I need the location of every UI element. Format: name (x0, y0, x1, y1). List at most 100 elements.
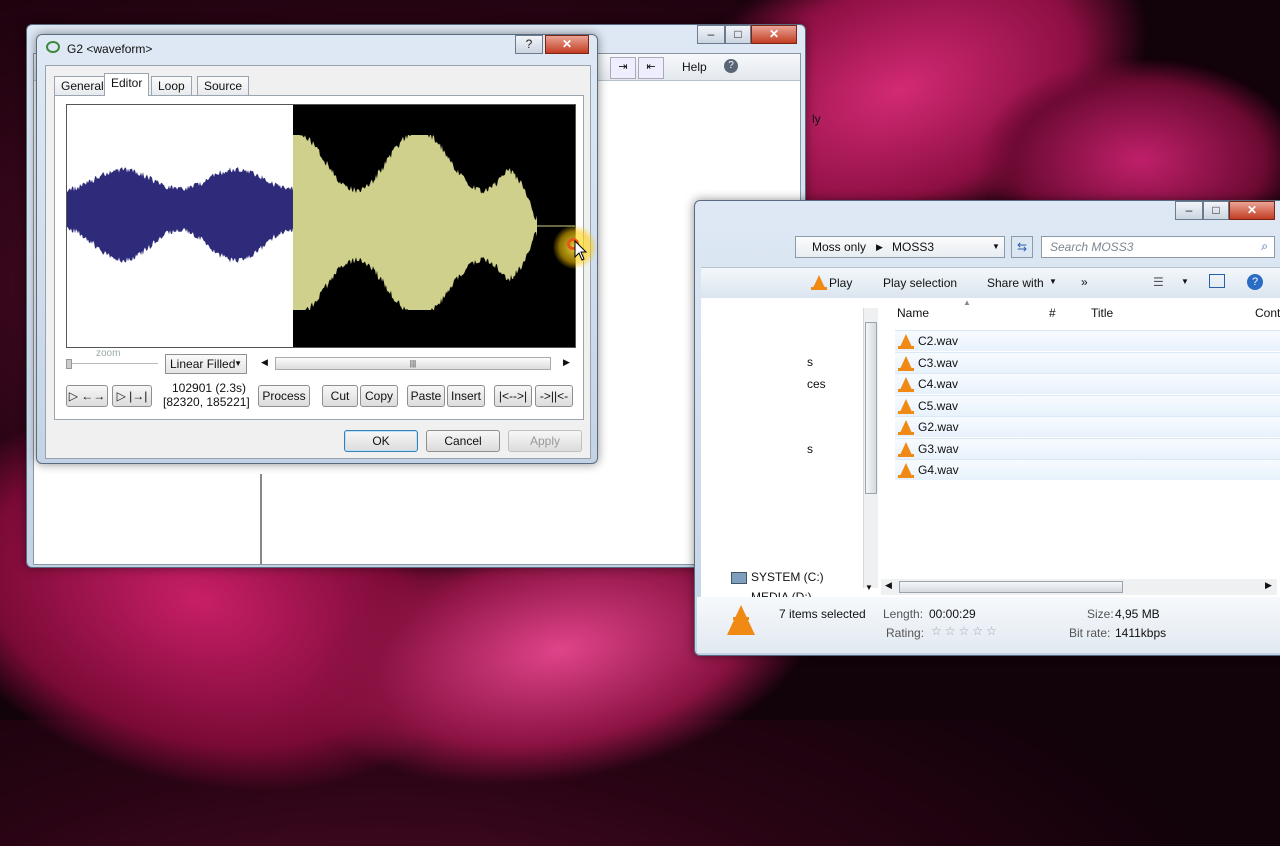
chevron-down-icon[interactable]: ▼ (1181, 277, 1189, 286)
command-bar: Play Play selection Share with ▼ » ☰ ▼ ? (701, 267, 1280, 299)
zoom-track[interactable] (66, 363, 158, 364)
insert-button[interactable]: Insert (447, 385, 485, 407)
trim-left-button[interactable]: |<-->| (494, 385, 532, 407)
file-name: G2.wav (918, 420, 959, 434)
file-name: G4.wav (918, 463, 959, 477)
scroll-left-icon[interactable]: ◀ (885, 580, 892, 591)
more-button[interactable]: » (1081, 275, 1088, 289)
dialog-help-button[interactable]: ? (515, 35, 543, 54)
align-left-icon[interactable]: ⇥ (610, 57, 636, 79)
apply-button[interactable]: Apply (508, 430, 582, 452)
selected-count: 7 items selected (779, 607, 866, 621)
play-range-button[interactable]: ▷ |→| (112, 385, 152, 407)
play-loop-button[interactable]: ▷ ←→ (66, 385, 108, 407)
paste-button[interactable]: Paste (407, 385, 445, 407)
help-icon[interactable]: ? (1247, 274, 1263, 290)
file-row[interactable]: G4.wav (895, 459, 1280, 480)
file-name: C2.wav (918, 334, 959, 348)
tab-general[interactable]: General (54, 76, 111, 96)
nav-fragment: s (807, 442, 813, 456)
splitter[interactable] (260, 474, 262, 564)
search-box[interactable]: Search MOSS3 ⌕ (1041, 236, 1275, 258)
star-icon[interactable]: ☆ (972, 624, 983, 638)
column-header-number[interactable]: # (1049, 306, 1056, 320)
help-icon[interactable]: ? (724, 59, 738, 73)
size-label: Size: (1087, 607, 1114, 621)
column-header-title[interactable]: Title (1091, 306, 1113, 320)
tab-loop[interactable]: Loop (151, 76, 192, 96)
vlc-file-icon (898, 377, 914, 392)
explorer-minimize-button[interactable]: – (1175, 201, 1203, 220)
align-right-icon[interactable]: ⇤ (638, 57, 664, 79)
sort-arrow-icon: ▲ (963, 298, 971, 307)
dialog-close-button[interactable]: ✕ (545, 35, 589, 54)
bitrate-value: 1411kbps (1115, 626, 1167, 640)
refresh-button[interactable]: ⇆ (1011, 236, 1033, 258)
close-button[interactable]: ✕ (751, 25, 797, 44)
nav-scrollbar-thumb[interactable] (865, 322, 877, 494)
dialog-client: General Editor Loop Source zoom Linear F… (45, 65, 591, 459)
chevron-down-icon: ▼ (234, 359, 242, 368)
process-button[interactable]: Process (258, 385, 310, 407)
chevron-down-icon[interactable]: ▼ (1049, 277, 1057, 286)
file-row[interactable]: C5.wav (895, 394, 1280, 416)
waveform-hscroll[interactable]: ◀ ||| ▶ (261, 356, 575, 372)
zoom-thumb[interactable] (66, 359, 72, 369)
file-row[interactable]: C2.wav (895, 330, 1280, 351)
tab-editor[interactable]: Editor (104, 73, 150, 96)
nav-scrollbar[interactable] (863, 308, 878, 588)
file-row[interactable]: G3.wav (895, 437, 1280, 459)
scroll-right-icon[interactable]: ▶ (1265, 580, 1272, 591)
scroll-left-icon[interactable]: ◀ (261, 357, 268, 368)
star-icon[interactable]: ☆ (931, 624, 942, 638)
rating-stars[interactable]: ☆ ☆ ☆ ☆ ☆ (931, 624, 1000, 638)
view-options-icon[interactable]: ☰ (1153, 275, 1164, 289)
scroll-down-icon[interactable]: ▼ (865, 583, 873, 592)
share-with-button[interactable]: Share with (987, 276, 1044, 290)
vlc-file-icon (898, 420, 914, 435)
waveform-dialog: G2 <waveform> ? ✕ General Editor Loop So… (36, 34, 598, 464)
cancel-button[interactable]: Cancel (426, 430, 500, 452)
column-header-name[interactable]: Name (897, 306, 929, 320)
file-row[interactable]: G2.wav (895, 416, 1280, 437)
mouse-pointer-icon (574, 240, 588, 261)
explorer-maximize-button[interactable]: □ (1203, 201, 1229, 220)
explorer-close-button[interactable]: ✕ (1229, 201, 1275, 220)
minimize-button[interactable]: – (697, 25, 725, 44)
file-name: C3.wav (918, 355, 959, 370)
address-bar[interactable]: Moss only ▶ MOSS3 ▼ (795, 236, 1005, 258)
hscrollbar[interactable]: ◀ ▶ (881, 579, 1277, 595)
waveform-view[interactable] (66, 104, 576, 348)
file-row[interactable]: C4.wav (895, 373, 1280, 394)
tab-source[interactable]: Source (197, 76, 250, 96)
chevron-down-icon[interactable]: ▼ (992, 237, 1000, 257)
copy-button[interactable]: Copy (360, 385, 398, 407)
help-menu[interactable]: Help (682, 60, 707, 74)
ok-button[interactable]: OK (344, 430, 418, 452)
zoom-slider[interactable]: zoom (66, 348, 158, 369)
scroll-right-icon[interactable]: ▶ (563, 357, 570, 368)
size-value: 4,95 MB (1115, 607, 1160, 621)
breadcrumb-item[interactable]: MOSS3 (892, 237, 934, 257)
breadcrumb-item[interactable]: Moss only (812, 237, 866, 257)
play-button[interactable]: Play (829, 276, 852, 290)
star-icon[interactable]: ☆ (959, 624, 970, 638)
file-name: C5.wav (918, 398, 959, 413)
hscrollbar-thumb[interactable] (899, 581, 1123, 593)
trim-right-button[interactable]: ->||<- (535, 385, 573, 407)
maximize-button[interactable]: □ (725, 25, 751, 44)
waveform-hscroll-thumb[interactable]: ||| (275, 357, 551, 370)
star-icon[interactable]: ☆ (986, 624, 997, 638)
chevron-right-icon: ▶ (876, 242, 883, 252)
file-row[interactable]: C3.wav (895, 351, 1280, 373)
vlc-icon (811, 275, 827, 290)
view-mode-select[interactable]: Linear Filled ▼ (165, 354, 247, 374)
column-header-cont[interactable]: Cont (1255, 306, 1280, 320)
play-selection-button[interactable]: Play selection (883, 276, 957, 290)
nav-drive-c[interactable]: SYSTEM (C:) (751, 570, 824, 584)
vlc-file-icon (898, 334, 914, 349)
star-icon[interactable]: ☆ (945, 624, 956, 638)
preview-pane-icon[interactable] (1209, 274, 1225, 288)
details-pane: 7 items selected Length: 00:00:29 Rating… (697, 597, 1280, 653)
cut-button[interactable]: Cut (322, 385, 358, 407)
